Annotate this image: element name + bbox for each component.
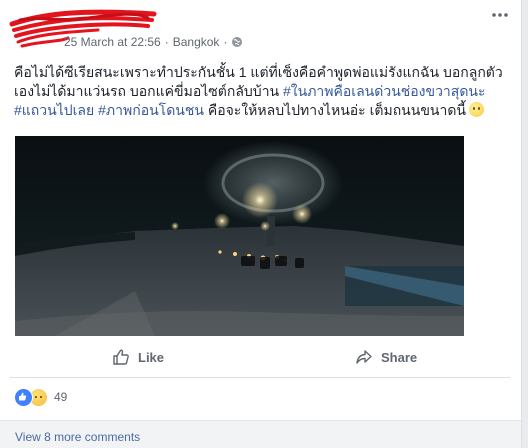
post-card: 25 March at 22:56 · Bangkok · คือไม่ได้ซ… [0, 0, 522, 448]
view-more-comments-link[interactable]: View 8 more comments [15, 430, 140, 444]
thumbs-up-icon [113, 349, 129, 365]
share-label: Share [381, 349, 418, 365]
reaction-count: 49 [54, 390, 68, 404]
like-reaction-icon [14, 387, 33, 407]
post-video[interactable] [15, 136, 464, 336]
post-actions: Like Share [0, 343, 521, 373]
post-location[interactable]: Bangkok [173, 35, 220, 49]
dashcam-video-frame [15, 136, 464, 336]
actions-divider [10, 377, 510, 378]
hashtag-link[interactable]: #แถวนไปเลย [14, 102, 94, 118]
comments-section: View 8 more comments [0, 420, 521, 448]
ellipsis-icon[interactable] [489, 6, 511, 24]
post-meta: 25 March at 22:56 · Bangkok · [64, 35, 243, 49]
share-button[interactable]: Share [355, 343, 417, 371]
hashtag-link[interactable]: #ในภาพคือเลนด่วนช่องขวาสุดนะ [283, 83, 486, 99]
post-timestamp[interactable]: 25 March at 22:56 [64, 35, 161, 49]
like-button[interactable]: Like [112, 343, 164, 371]
like-label: Like [138, 349, 165, 365]
post-text: คือไม่ได้ซีเรียสนะเพราะทำประกันชั้น 1 แต… [14, 63, 514, 120]
post-text-end: คือจะให้หลบไปทางไหนอ่ะ เต็มถนนขนาดนี้ [203, 102, 466, 118]
globe-icon[interactable] [231, 36, 243, 48]
pensive-face-icon [468, 102, 484, 117]
share-arrow-icon [356, 350, 372, 364]
hashtag-link[interactable]: #ภาพก่อนโดนชน [98, 102, 204, 118]
reactions-summary[interactable]: 49 [14, 387, 67, 407]
meta-separator-2: · [223, 35, 228, 49]
meta-separator: · [164, 35, 169, 49]
